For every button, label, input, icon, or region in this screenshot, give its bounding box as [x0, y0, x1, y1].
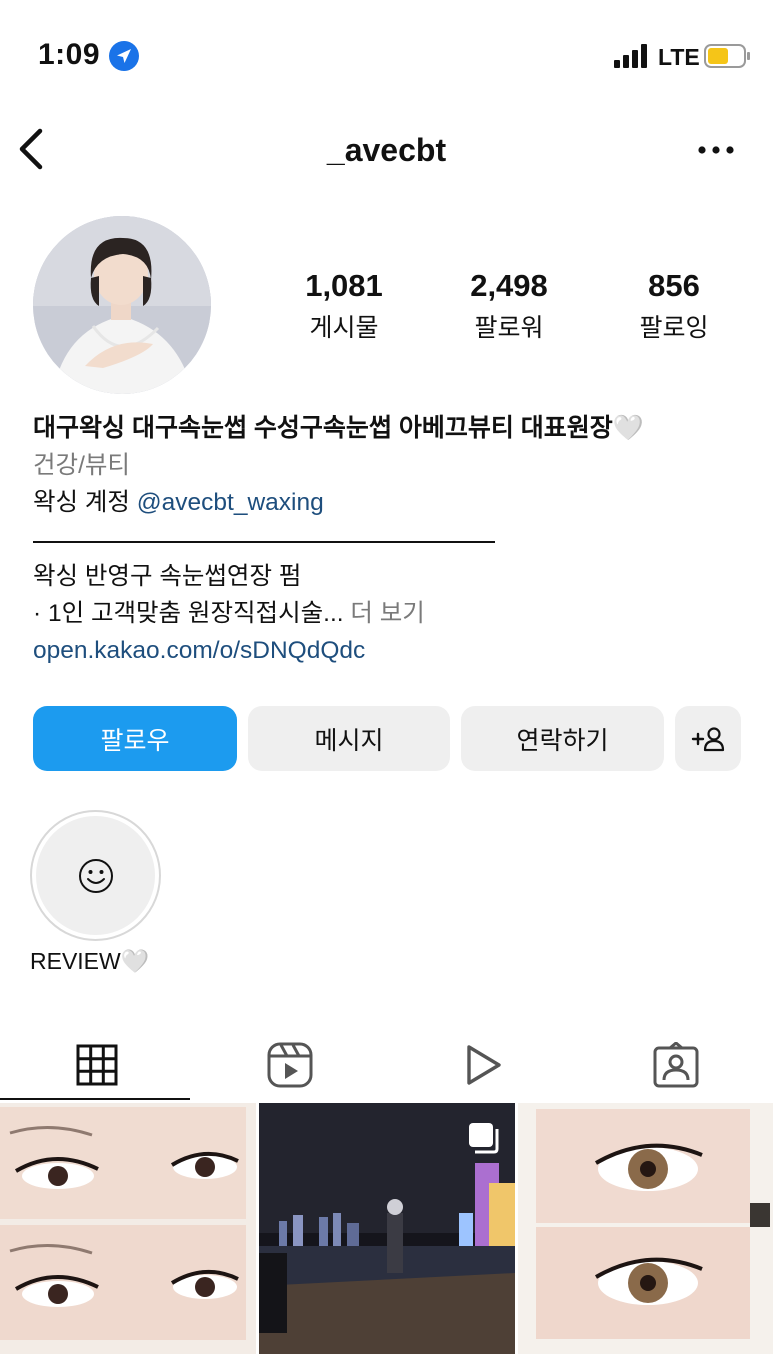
post-thumbnail[interactable] — [0, 1103, 256, 1354]
active-tab-indicator — [0, 1098, 190, 1100]
bio-line-services: 왁싱 반영구 속눈썹연장 펌 — [33, 563, 302, 590]
battery-icon — [704, 44, 750, 68]
posts-grid — [0, 1103, 773, 1354]
highlight-label: REVIEW🤍 — [30, 948, 150, 974]
profile-category: 건강/뷰티 — [33, 452, 130, 479]
bio-text: · 1인 고객맞춤 원장직접시술... — [33, 600, 351, 627]
smiley-icon — [78, 858, 113, 893]
bio-text: 왁싱 계정 — [33, 489, 137, 516]
profile-username: _avecbt — [326, 132, 447, 168]
posts-count: 1,081 — [305, 268, 383, 303]
following-label: 팔로잉 — [639, 314, 709, 342]
reels-icon — [267, 1042, 312, 1088]
bio-line-account: 왁싱 계정 @avecbt_waxing — [33, 484, 753, 521]
multiple-photos-icon — [469, 1123, 499, 1154]
following-stat[interactable]: 856 팔로잉 — [599, 268, 749, 344]
posts-label: 게시물 — [309, 314, 379, 342]
bio-mention-link[interactable]: @avecbt_waxing — [137, 489, 324, 516]
add-person-icon — [691, 726, 725, 751]
story-highlight-review[interactable] — [30, 810, 161, 941]
status-time: 1:09 — [38, 38, 101, 71]
location-arrow-icon — [109, 41, 139, 71]
posts-stat[interactable]: 1,081 게시물 — [269, 268, 419, 344]
tab-videos[interactable] — [386, 1030, 579, 1100]
tab-tagged[interactable] — [579, 1030, 772, 1100]
video-play-icon — [466, 1045, 501, 1085]
post-thumbnail[interactable] — [259, 1103, 515, 1354]
bio-line-description: · 1인 고객맞춤 원장직접시술... 더 보기 — [33, 595, 753, 632]
network-type: LTE — [658, 44, 700, 70]
bio-divider — [33, 541, 495, 543]
contact-button[interactable]: 연락하기 — [461, 706, 664, 771]
profile-avatar[interactable] — [33, 216, 211, 394]
bio-external-link[interactable]: open.kakao.com/o/sDNQdQdc — [33, 632, 753, 669]
suggested-accounts-button[interactable] — [675, 706, 741, 771]
bio-more-link[interactable]: 더 보기 — [350, 600, 424, 627]
tab-posts[interactable] — [0, 1030, 193, 1100]
more-options-icon[interactable] — [696, 138, 736, 162]
profile-bio: 대구왁싱 대구속눈썹 수성구속눈썹 아베끄뷰티 대표원장🤍 건강/뷰티 왁싱 계… — [33, 410, 753, 669]
cellular-signal-icon — [614, 44, 647, 68]
tab-reels[interactable] — [193, 1030, 386, 1100]
tagged-person-icon — [653, 1042, 698, 1088]
status-bar: 1:09 LTE — [0, 0, 773, 110]
followers-stat[interactable]: 2,498 팔로워 — [434, 268, 584, 344]
message-button[interactable]: 메시지 — [248, 706, 450, 771]
follow-button[interactable]: 팔로우 — [33, 706, 237, 771]
followers-count: 2,498 — [470, 268, 548, 303]
profile-display-name: 대구왁싱 대구속눈썹 수성구속눈썹 아베끄뷰티 대표원장🤍 — [33, 414, 644, 442]
grid-icon — [76, 1044, 117, 1086]
following-count: 856 — [648, 268, 700, 303]
followers-label: 팔로워 — [474, 314, 544, 342]
post-thumbnail[interactable] — [518, 1103, 773, 1354]
